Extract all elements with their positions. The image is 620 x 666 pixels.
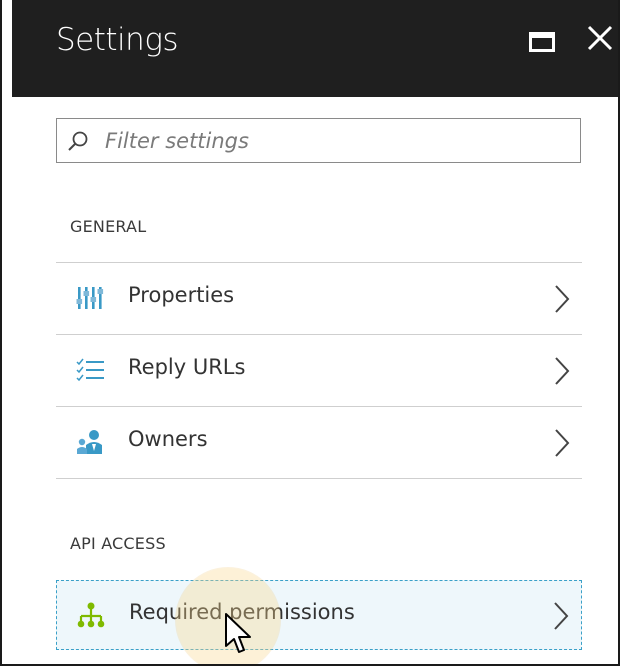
close-button[interactable]: [586, 24, 618, 58]
menu-item-label: Properties: [128, 283, 235, 307]
page-title: Settings: [56, 22, 179, 58]
menu-item-properties[interactable]: Properties: [56, 263, 582, 333]
mouse-pointer-icon: [225, 613, 251, 653]
settings-blade: Settings GENERAL Pr: [0, 0, 620, 666]
menu-item-reply-urls[interactable]: Reply URLs: [56, 335, 582, 405]
blade-header: Settings: [12, 0, 618, 97]
chevron-right-icon: [555, 357, 570, 385]
menu-item-owners[interactable]: Owners: [56, 407, 582, 477]
reply-urls-icon: [76, 358, 104, 382]
section-label-api-access: API ACCESS: [70, 534, 166, 553]
chevron-right-icon: [555, 429, 570, 457]
maximize-button[interactable]: [526, 27, 560, 57]
section-label-general: GENERAL: [70, 217, 147, 236]
properties-icon: [76, 287, 104, 309]
close-icon: [587, 25, 613, 51]
filter-settings-input[interactable]: [105, 125, 565, 157]
search-icon: [68, 131, 88, 151]
filter-settings-box[interactable]: [56, 118, 581, 163]
window-left-edge: [2, 0, 12, 664]
chevron-right-icon: [555, 285, 570, 313]
owners-icon: [77, 430, 102, 454]
chevron-right-icon: [554, 602, 569, 630]
menu-item-label: Reply URLs: [128, 355, 246, 379]
maximize-icon: [529, 32, 555, 52]
menu-item-required-permissions[interactable]: Required permissions: [56, 580, 582, 650]
required-permissions-icon: [77, 602, 105, 628]
menu-item-label: Owners: [128, 427, 208, 451]
divider: [56, 478, 582, 479]
